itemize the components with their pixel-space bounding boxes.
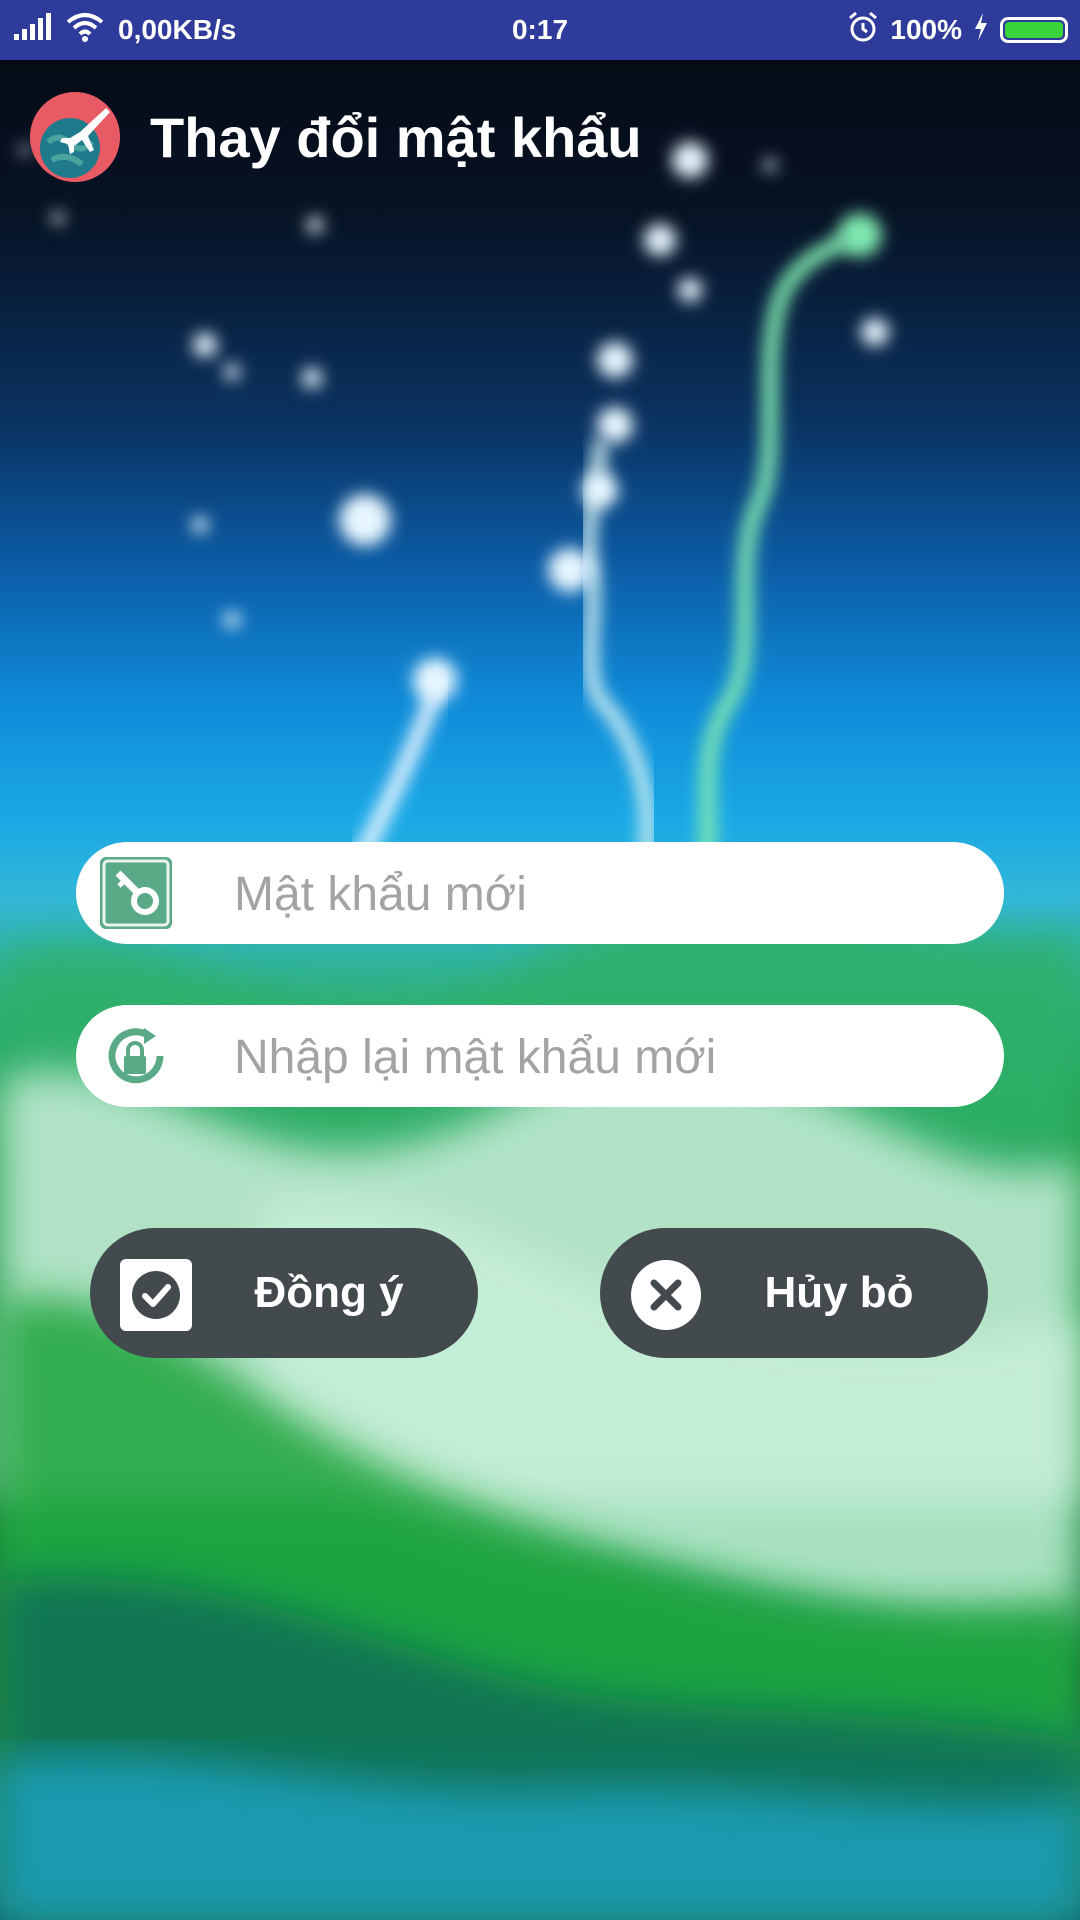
key-icon: [98, 855, 174, 931]
checkmark-icon: [120, 1259, 192, 1331]
cancel-button[interactable]: Hủy bỏ: [600, 1228, 988, 1358]
battery-icon: [1000, 17, 1068, 43]
screen: 0,00KB/s 0:17 100% Thay đổi mật khẩu Đồn…: [0, 0, 1080, 1920]
page-title: Thay đổi mật khẩu: [150, 106, 642, 169]
ok-button[interactable]: Đồng ý: [90, 1228, 478, 1358]
globe-airplane-icon: [30, 92, 120, 182]
clock: 0:17: [511, 14, 569, 45]
confirm-password-input[interactable]: [232, 1005, 976, 1109]
battery-percent: 100%: [890, 14, 962, 45]
ok-button-label: Đồng ý: [254, 1268, 404, 1317]
new-password-field[interactable]: [76, 842, 1004, 946]
new-password-input[interactable]: [232, 842, 976, 946]
confirm-password-field[interactable]: [76, 1005, 1004, 1109]
charging-icon: [972, 12, 990, 49]
battery-level-fill: [1005, 22, 1063, 38]
status-bar: 0,00KB/s 0:17 100%: [0, 0, 1080, 60]
cancel-button-label: Hủy bỏ: [764, 1268, 914, 1317]
background-splash-image: [0, 142, 1080, 1920]
close-icon: [630, 1259, 702, 1331]
lock-refresh-icon: [98, 1018, 174, 1094]
alarm-icon: [846, 10, 880, 51]
status-right: 100%: [846, 0, 1068, 60]
